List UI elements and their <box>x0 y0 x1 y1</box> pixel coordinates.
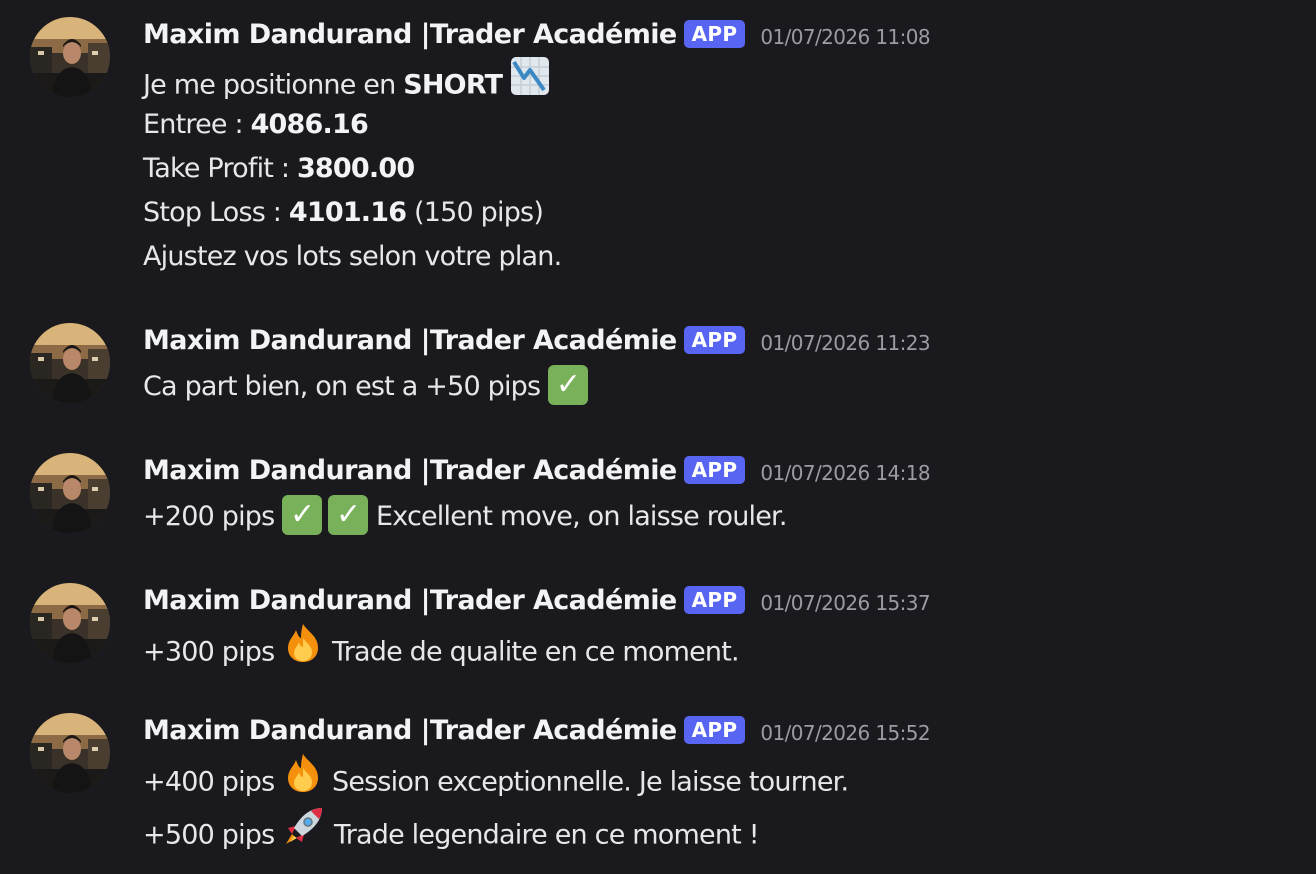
app-badge: APP <box>683 20 746 48</box>
avatar[interactable] <box>30 713 110 793</box>
app-badge: APP <box>683 716 746 744</box>
message-line: Je me positionne en SHORT <box>143 57 561 103</box>
message-header: Maxim Dandurand |Trader Académie APP 01/07… <box>143 714 931 750</box>
message-line: Ca part bien, on est a +50 pips ✓ <box>143 364 589 409</box>
message-line: +400 pips Session exceptionnelle. Je lai… <box>143 754 849 799</box>
message-content: +200 pips ✓ ✓ Excellent move, on laisse r… <box>143 494 787 539</box>
message-line: Stop Loss : 4101.16 (150 pips) <box>143 197 544 228</box>
fire-icon[interactable] <box>282 752 324 808</box>
username[interactable]: Maxim Dandurand |Trader Académie <box>143 714 677 748</box>
timestamp[interactable]: 01/07/2026 15:37 <box>760 586 930 620</box>
app-badge: APP <box>683 326 746 354</box>
chart-decreasing-icon[interactable] <box>510 56 550 110</box>
timestamp[interactable]: 01/07/2026 15:52 <box>760 716 930 750</box>
timestamp[interactable]: 01/07/2026 11:23 <box>760 326 930 360</box>
rocket-icon[interactable] <box>282 804 326 862</box>
username[interactable]: Maxim Dandurand |Trader Académie <box>143 18 677 52</box>
app-badge: APP <box>683 456 746 484</box>
message-line: +300 pips Trade de qualite en ce moment. <box>143 624 740 669</box>
message-header: Maxim Dandurand |Trader Académie APP 01/07… <box>143 454 931 490</box>
app-badge: APP <box>683 586 746 614</box>
bold-text: 4101.16 <box>288 197 407 228</box>
bold-text: 3800.00 <box>296 153 415 184</box>
message-line: Entree : 4086.16 <box>143 109 369 140</box>
bold-text: 4086.16 <box>250 109 369 140</box>
message-line: Ajustez vos lots selon votre plan. <box>143 241 562 272</box>
message-content: +400 pips Session exceptionnelle. Je lai… <box>143 754 849 851</box>
avatar[interactable] <box>30 583 110 663</box>
message-feed: Maxim Dandurand |Trader Académie APP 01/07… <box>0 0 1316 874</box>
avatar[interactable] <box>30 323 110 403</box>
fire-icon[interactable] <box>282 622 324 678</box>
avatar[interactable] <box>30 17 110 97</box>
avatar[interactable] <box>30 453 110 533</box>
timestamp[interactable]: 01/07/2026 11:08 <box>760 20 930 54</box>
check-mark-icon[interactable]: ✓ <box>282 494 323 535</box>
username[interactable]: Maxim Dandurand |Trader Académie <box>143 584 677 618</box>
message-content: +300 pips Trade de qualite en ce moment. <box>143 624 740 669</box>
message-header: Maxim Dandurand |Trader Académie APP 01/07… <box>143 18 931 54</box>
bold-text: SHORT <box>403 69 503 101</box>
username[interactable]: Maxim Dandurand |Trader Académie <box>143 454 677 488</box>
timestamp[interactable]: 01/07/2026 14:18 <box>760 456 930 490</box>
message-line: +200 pips ✓ ✓ Excellent move, on laisse r… <box>143 494 787 539</box>
message-header: Maxim Dandurand |Trader Académie APP 01/07… <box>143 324 931 360</box>
check-mark-icon[interactable]: ✓ <box>548 364 589 405</box>
message-line: Take Profit : 3800.00 <box>143 153 415 184</box>
username[interactable]: Maxim Dandurand |Trader Académie <box>143 324 677 358</box>
message-line: +500 pips Trade legendaire en ce moment … <box>143 807 848 851</box>
message-content: Ca part bien, on est a +50 pips ✓ <box>143 364 589 409</box>
message-content: Je me positionne en SHORT Entree : 4086.… <box>143 57 562 279</box>
message-header: Maxim Dandurand |Trader Académie APP 01/07… <box>143 584 931 620</box>
check-mark-icon[interactable]: ✓ <box>328 494 369 535</box>
